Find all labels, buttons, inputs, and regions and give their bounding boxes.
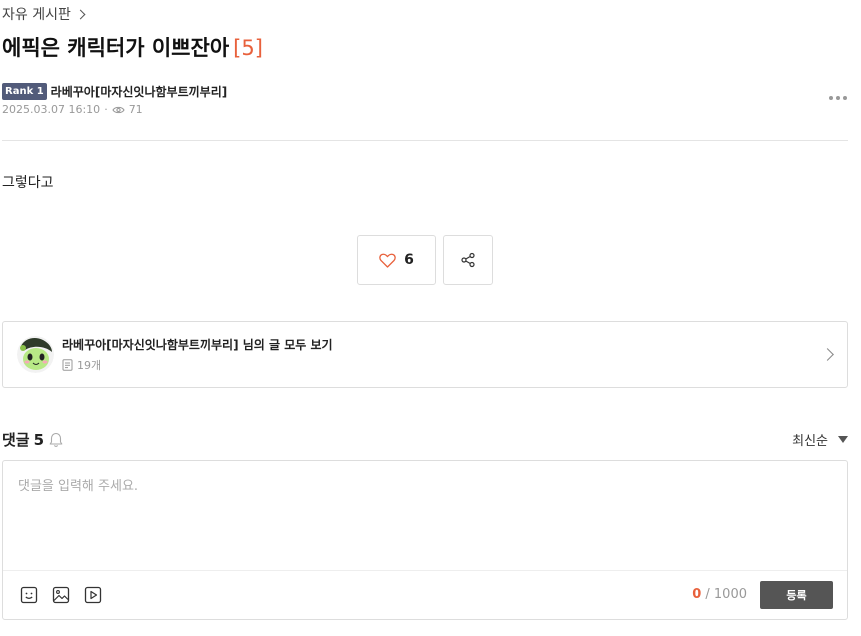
emoji-icon[interactable] — [19, 585, 39, 605]
image-icon[interactable] — [51, 585, 71, 605]
post-comment-count: [5] — [233, 36, 263, 60]
post-meta: 2025.03.07 16:10 · 71 — [2, 103, 143, 116]
submit-button[interactable]: 등록 — [760, 581, 833, 609]
sort-dropdown[interactable]: 최신순 — [792, 430, 848, 449]
editor-divider — [3, 570, 847, 571]
comment-input[interactable] — [3, 461, 847, 570]
breadcrumb-label[interactable]: 자유 게시판 — [2, 4, 71, 24]
header-divider — [2, 140, 848, 141]
comments-header: 댓글 5 — [2, 429, 63, 450]
post-title-text: 에픽은 캐릭터가 이쁘잔아 — [2, 36, 230, 60]
post-date: 2025.03.07 16:10 — [2, 103, 101, 116]
view-count: 71 — [128, 103, 143, 116]
sort-label[interactable]: 최신순 — [792, 430, 828, 449]
comments-label: 댓글 — [2, 431, 30, 449]
post-title: 에픽은 캐릭터가 이쁘잔아 [5] — [2, 32, 263, 62]
author-card-title: 라베꾸아[마자신잇나함부트끼부리] 님의 글 모두 보기 — [62, 338, 333, 352]
rank-badge: Rank 1 — [2, 83, 47, 100]
document-icon — [62, 359, 73, 371]
comments-count: 5 — [33, 430, 45, 449]
chevron-right-icon — [75, 9, 86, 19]
author-post-count: 19개 — [77, 359, 102, 372]
like-count: 6 — [404, 252, 414, 268]
eye-icon — [112, 105, 125, 115]
like-button[interactable]: 6 — [357, 235, 436, 285]
author-card-info: 라베꾸아[마자신잇나함부트끼부리] 님의 글 모두 보기 19개 — [62, 336, 333, 373]
share-button[interactable] — [443, 235, 493, 285]
video-icon[interactable] — [83, 585, 103, 605]
author-row: Rank 1 라베꾸아[마자신잇나함부트끼부리] — [2, 83, 227, 100]
editor-tools — [19, 585, 103, 605]
author-posts-card[interactable]: 라베꾸아[마자신잇나함부트끼부리] 님의 글 모두 보기 19개 — [2, 321, 848, 388]
meta-separator: · — [104, 103, 108, 116]
breadcrumb[interactable]: 자유 게시판 — [2, 4, 86, 24]
char-counter: 0 / 1000 — [692, 587, 747, 602]
more-icon[interactable] — [829, 96, 847, 100]
heart-icon — [379, 253, 396, 268]
post-body: 그렇다고 — [2, 175, 54, 191]
char-current: 0 — [692, 587, 702, 602]
chevron-right-icon — [821, 348, 834, 361]
avatar — [17, 336, 54, 373]
comment-editor: 0 / 1000 등록 — [2, 460, 848, 620]
sort-caret-icon — [838, 436, 848, 443]
author-card-meta: 19개 — [62, 357, 333, 373]
bell-icon[interactable] — [49, 432, 63, 448]
author-name[interactable]: 라베꾸아[마자신잇나함부트끼부리] — [51, 83, 228, 100]
share-icon — [460, 252, 476, 268]
char-max: / 1000 — [705, 587, 747, 602]
